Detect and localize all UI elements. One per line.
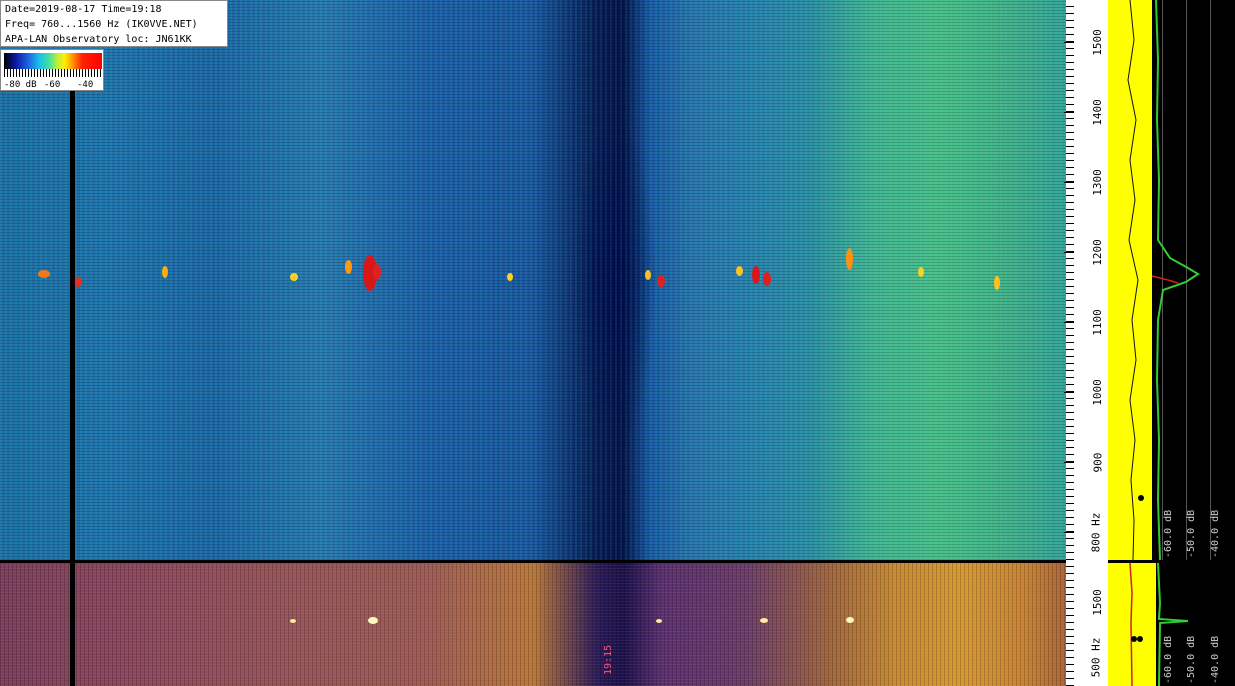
signal-dot bbox=[368, 617, 378, 624]
panel-separator bbox=[0, 560, 1235, 563]
waterfall-upper bbox=[0, 0, 1066, 560]
color-scale-legend: -80 dB -60 -40 bbox=[0, 49, 104, 91]
waterfall-lower: 19:15 bbox=[0, 563, 1066, 686]
signal-blob bbox=[752, 266, 760, 284]
axis-label: 1300 bbox=[1090, 169, 1104, 196]
spectrum-db-label: -40.0 dB bbox=[1210, 509, 1221, 558]
spectrum-trace bbox=[1127, 0, 1200, 560]
signal-blob bbox=[162, 266, 168, 278]
date-time-line: Date=2019-08-17 Time=19:18 bbox=[5, 4, 162, 15]
signal-blob bbox=[918, 267, 924, 277]
color-scale-bar bbox=[4, 53, 102, 69]
axis-label: 1500 bbox=[1090, 29, 1104, 56]
spectrum-db-label: -50.0 dB bbox=[1186, 635, 1197, 684]
signal-blob bbox=[507, 273, 513, 281]
signal-dot bbox=[846, 617, 854, 623]
signal-blob bbox=[846, 248, 853, 270]
axis-minor-ticks-lower bbox=[1066, 563, 1074, 686]
signal-dot bbox=[760, 618, 768, 623]
signal-blob bbox=[645, 270, 651, 280]
signal-blob bbox=[657, 275, 665, 287]
spectrum-panel-upper: -60.0 dB -50.0 dB -40.0 dB bbox=[1108, 0, 1235, 560]
color-scale-ticks bbox=[4, 69, 102, 77]
location-line: APA-LAN Observatory loc: JN61KK bbox=[5, 34, 192, 45]
signal-dot bbox=[290, 619, 296, 623]
spectrum-db-label: -40.0 dB bbox=[1210, 635, 1221, 684]
info-box: Date=2019-08-17 Time=19:18 Freq= 760...1… bbox=[0, 0, 228, 47]
signal-blob bbox=[736, 266, 743, 276]
axis-minor-ticks bbox=[1066, 0, 1074, 560]
axis-label: 1100 bbox=[1090, 309, 1104, 336]
frequency-line: Freq= 760...1560 Hz (IK0VVE.NET) bbox=[5, 19, 198, 30]
signal-dot bbox=[656, 619, 662, 623]
vertical-marker-line bbox=[70, 90, 75, 686]
axis-label-lower: 1500 bbox=[1090, 589, 1104, 616]
spectrum-db-label: -50.0 dB bbox=[1186, 509, 1197, 558]
legend-label: -40 bbox=[77, 80, 94, 90]
timestamp-label: 19:15 bbox=[603, 644, 614, 675]
axis-label: 800 Hz bbox=[1089, 512, 1103, 553]
axis-label: 1000 bbox=[1090, 379, 1104, 406]
signal-blob bbox=[290, 273, 298, 281]
axis-label-lower: 500 Hz bbox=[1089, 637, 1103, 678]
axis-label: 900 bbox=[1091, 452, 1105, 473]
signal-blob bbox=[74, 277, 82, 287]
signal-blob bbox=[38, 270, 50, 278]
signal-blob bbox=[345, 260, 352, 274]
signal-blob bbox=[994, 276, 1000, 290]
waterfall-lower-texture bbox=[0, 563, 1066, 686]
axis-label: 1200 bbox=[1090, 239, 1104, 266]
spectrum-panel-lower: -60.0 dB -50.0 dB -40.0 dB bbox=[1108, 563, 1235, 686]
signal-blob bbox=[373, 264, 381, 280]
legend-label: -80 dB bbox=[4, 80, 37, 90]
spectrum-db-label: -60.0 dB bbox=[1163, 635, 1174, 684]
legend-label: -60 bbox=[44, 80, 61, 90]
signal-blob bbox=[763, 272, 771, 286]
spectrogram-viewer: 19:15 1500 1400 1300 1200 1100 1000 900 … bbox=[0, 0, 1235, 686]
frequency-axis: 1500 1400 1300 1200 1100 1000 900 800 Hz… bbox=[1064, 0, 1108, 686]
waterfall-noise-texture bbox=[0, 0, 1066, 560]
axis-label: 1400 bbox=[1090, 99, 1104, 126]
spectrum-db-label: -60.0 dB bbox=[1163, 509, 1174, 558]
